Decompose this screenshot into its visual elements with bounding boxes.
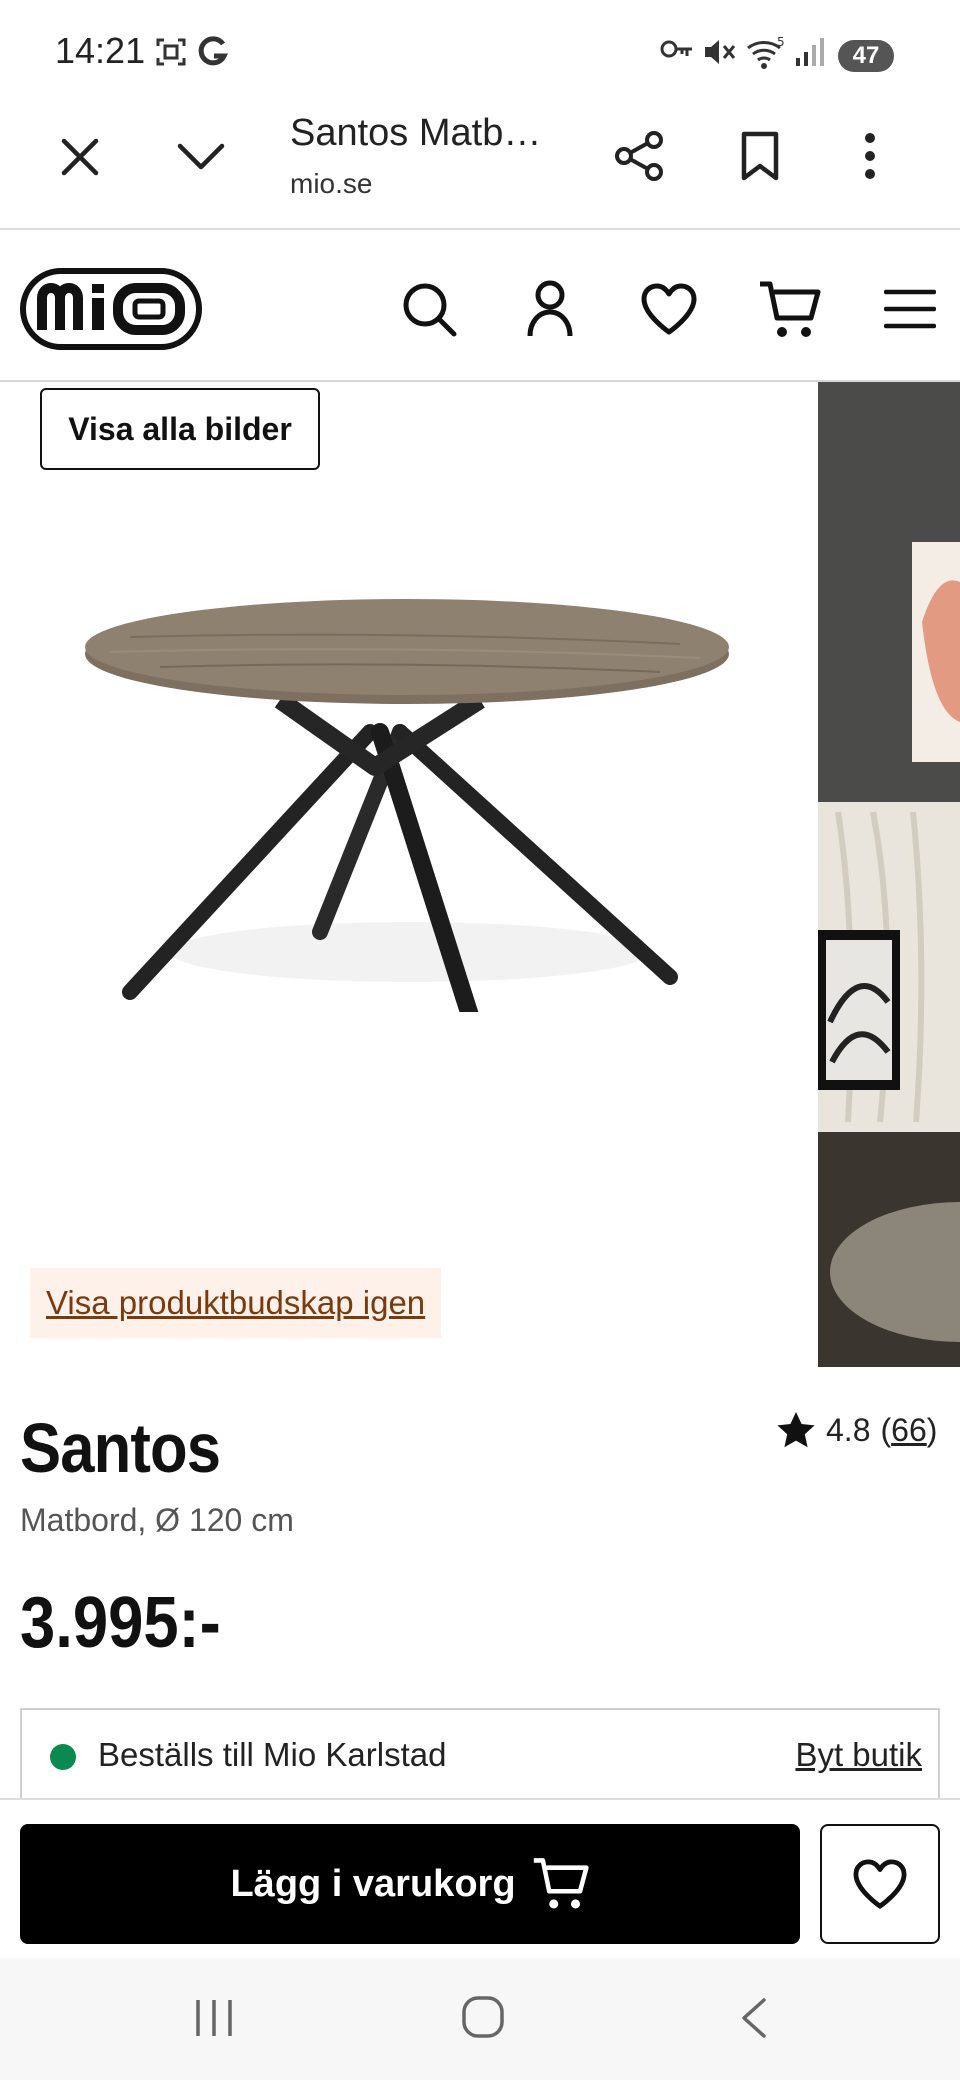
vpn-key-icon [660, 40, 692, 58]
back-icon[interactable] [736, 1996, 772, 2040]
mute-icon [705, 40, 736, 64]
star-icon [777, 1412, 815, 1448]
bookmark-icon[interactable] [738, 130, 782, 182]
account-icon[interactable] [525, 278, 575, 340]
product-description: Matbord, Ø 120 cm [20, 1502, 294, 1538]
product-name: Santos [20, 1409, 221, 1487]
lifestyle-photo-art [818, 382, 960, 1367]
system-nav-bar [0, 1958, 960, 2080]
heart-icon [853, 1859, 907, 1909]
menu-icon[interactable] [884, 288, 936, 330]
availability-dot [50, 1744, 76, 1770]
site-header [0, 230, 960, 382]
lifestyle-photo [818, 382, 960, 1367]
mio-logo[interactable] [20, 268, 202, 350]
cart-icon[interactable] [758, 278, 822, 342]
change-store-link[interactable]: Byt butik [795, 1736, 922, 1774]
product-image [85, 599, 729, 1012]
show-product-message-link[interactable]: Visa produktbudskap igen [30, 1268, 442, 1338]
rating-value: 4.8 [826, 1411, 871, 1448]
add-to-cart-button[interactable]: Lägg i varukorg [20, 1824, 800, 1944]
rating-close-paren: ) [926, 1411, 938, 1448]
product-gallery[interactable]: Visa alla bilder Visa produktbudskap ige… [0, 382, 960, 1367]
cart-icon [533, 1858, 589, 1909]
close-icon[interactable] [58, 135, 102, 179]
review-count[interactable]: 66 [891, 1412, 927, 1448]
page-title[interactable]: Santos Matb… [290, 112, 541, 155]
g-icon [198, 36, 228, 66]
page-domain[interactable]: mio.se [290, 168, 372, 200]
product-price: 3.995:- [20, 1583, 221, 1663]
signal-icon [796, 38, 824, 66]
store-availability: Beställs till Mio Karlstad Byt butik [20, 1708, 940, 1798]
add-to-cart-label: Lägg i varukorg [230, 1862, 516, 1905]
battery-icon: 47 [838, 40, 894, 72]
store-status-text: Beställs till Mio Karlstad [98, 1736, 447, 1773]
wifi-icon: 5 [747, 36, 785, 69]
recent-apps-icon[interactable] [192, 1996, 236, 2040]
heart-icon[interactable] [640, 282, 698, 336]
search-icon[interactable] [400, 280, 460, 340]
product-rating[interactable]: 4.8 (66) [776, 1410, 937, 1450]
rating-open-paren: ( [880, 1411, 892, 1448]
share-icon[interactable] [612, 128, 668, 184]
view-all-images-button[interactable]: Visa alla bilder [40, 388, 320, 470]
status-bar: 14:21 5 47 [0, 0, 960, 100]
review-count-wrapper[interactable]: (66) [880, 1412, 937, 1449]
screenshot-icon [156, 38, 186, 66]
add-to-wishlist-button[interactable] [820, 1824, 940, 1944]
chevron-down-icon[interactable] [176, 140, 226, 174]
svg-text:5: 5 [777, 36, 785, 49]
more-vert-icon[interactable] [860, 130, 880, 182]
status-time: 14:21 [55, 30, 146, 71]
buy-bar: Lägg i varukorg [0, 1798, 960, 1960]
home-icon[interactable] [460, 1994, 506, 2040]
